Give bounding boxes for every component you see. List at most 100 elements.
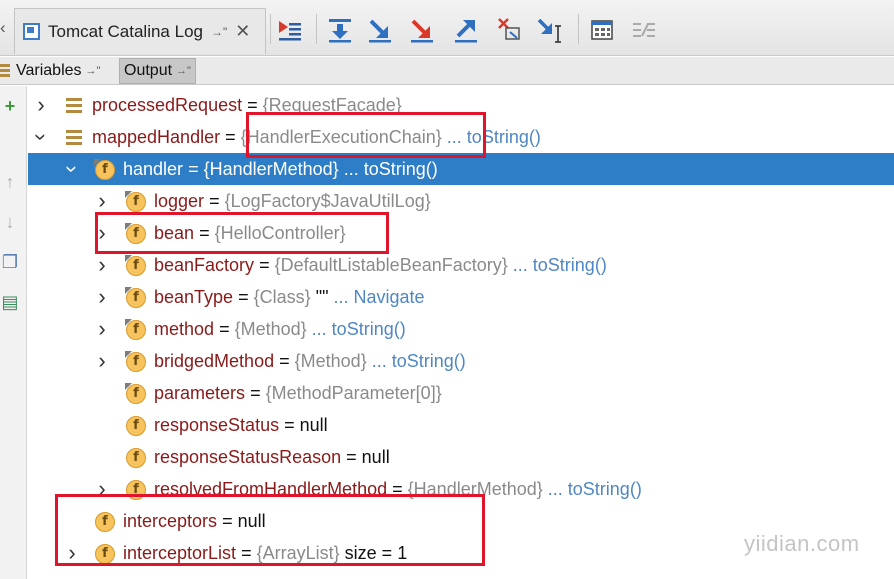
chevron-right-icon[interactable]: ›	[94, 281, 110, 313]
tab-title: Tomcat Catalina Log	[48, 21, 203, 41]
tree-row[interactable]: › f beanType = {Class} "" ... Navigate	[28, 281, 894, 313]
variables-icon	[0, 64, 10, 78]
chevron-down-icon[interactable]: ›	[25, 129, 57, 145]
field-icon: f	[95, 512, 115, 532]
copy-icon[interactable]: ❐	[0, 252, 20, 273]
var-type: {HandlerMethod}	[203, 159, 339, 179]
var-type: {DefaultListableBeanFactory}	[274, 255, 508, 275]
tree-row[interactable]: › mappedHandler = {HandlerExecutionChain…	[28, 121, 894, 153]
drop-frame-icon[interactable]	[496, 16, 524, 44]
var-type: {ArrayList}	[256, 543, 340, 563]
show-execution-point-icon[interactable]	[276, 16, 304, 44]
to-string-link[interactable]: ... toString()	[344, 159, 438, 179]
field-icon: f	[125, 223, 146, 244]
to-string-link[interactable]: ... toString()	[548, 479, 642, 499]
variables-tree: › processedRequest = {RequestFacade} › m…	[28, 89, 894, 569]
var-name: beanType	[154, 287, 234, 307]
to-string-link[interactable]: ... toString()	[312, 319, 406, 339]
tab-variables[interactable]: Variables →"	[0, 58, 100, 84]
var-name: handler	[123, 159, 184, 179]
chevron-right-icon[interactable]: ›	[64, 537, 80, 569]
var-type: {Class}	[253, 287, 311, 307]
tab-output-label: Output	[124, 62, 173, 79]
tab-variables-label: Variables	[16, 62, 82, 79]
tree-row[interactable]: › f bean = {HelloController}	[28, 217, 894, 249]
force-step-into-icon[interactable]	[408, 16, 436, 44]
tree-row[interactable]: › f method = {Method} ... toString()	[28, 313, 894, 345]
chevron-right-icon[interactable]: ›	[94, 313, 110, 345]
var-value: null	[299, 415, 328, 435]
field-icon: f	[95, 544, 115, 564]
variable-icon	[66, 130, 82, 145]
var-name: bridgedMethod	[154, 351, 275, 371]
var-name: resolvedFromHandlerMethod	[154, 479, 388, 499]
var-type: {LogFactory$JavaUtilLog}	[224, 191, 431, 211]
tree-row[interactable]: › f resolvedFromHandlerMethod = {Handler…	[28, 473, 894, 505]
left-gutter: + ↑ ↓ ❐ ▤	[0, 86, 27, 579]
toolbar-separator	[316, 14, 317, 44]
var-value: null	[361, 447, 390, 467]
var-name: responseStatus	[154, 415, 280, 435]
tab-tomcat-catalina-log[interactable]: Tomcat Catalina Log →" ✕	[14, 8, 266, 54]
close-icon[interactable]: ✕	[235, 21, 250, 42]
var-type: {HandlerExecutionChain}	[240, 127, 442, 147]
chevron-right-icon[interactable]: ›	[33, 89, 49, 121]
tree-row[interactable]: › f logger = {LogFactory$JavaUtilLog}	[28, 185, 894, 217]
tree-row[interactable]: f responseStatus = null	[28, 409, 894, 441]
var-name: logger	[154, 191, 205, 211]
field-icon: f	[125, 351, 146, 372]
tree-row[interactable]: › f bridgedMethod = {Method} ... toStrin…	[28, 345, 894, 377]
evaluate-expression-icon[interactable]	[588, 16, 616, 44]
var-value: ""	[315, 287, 329, 307]
arrow-down-icon[interactable]: ↓	[0, 212, 20, 233]
field-icon: f	[126, 416, 146, 436]
field-icon: f	[126, 448, 146, 468]
to-string-link[interactable]: ... toString()	[372, 351, 466, 371]
trace-current-stream-icon[interactable]	[630, 16, 658, 44]
tree-row[interactable]: f responseStatusReason = null	[28, 441, 894, 473]
variable-icon	[66, 98, 82, 113]
chevron-right-icon[interactable]: ›	[94, 345, 110, 377]
pin-icon[interactable]: →"	[176, 65, 191, 77]
toolbar-separator	[270, 14, 271, 44]
field-icon: f	[126, 480, 146, 500]
pin-icon[interactable]: →"	[86, 65, 101, 77]
var-name: parameters	[154, 383, 246, 403]
tree-row[interactable]: › processedRequest = {RequestFacade}	[28, 89, 894, 121]
watermark: yiidian.com	[744, 531, 860, 556]
add-watch-icon[interactable]: +	[0, 96, 20, 117]
var-type: {RequestFacade}	[262, 95, 402, 115]
var-name: mappedHandler	[92, 127, 221, 147]
chevron-right-icon[interactable]: ›	[94, 217, 110, 249]
to-string-link[interactable]: ... toString()	[447, 127, 541, 147]
tree-row[interactable]: f parameters = {MethodParameter[0]}	[28, 377, 894, 409]
step-out-icon[interactable]	[452, 16, 480, 44]
arrow-up-icon[interactable]: ↑	[0, 172, 20, 193]
panel-tab-bar: Variables →" Output →"	[0, 57, 894, 85]
step-into-icon[interactable]	[366, 16, 394, 44]
var-name: method	[154, 319, 215, 339]
chevron-left-icon[interactable]: ‹	[0, 18, 6, 38]
var-name: bean	[154, 223, 195, 243]
tree-row[interactable]: › f beanFactory = {DefaultListableBeanFa…	[28, 249, 894, 281]
navigate-link[interactable]: ... Navigate	[333, 287, 424, 307]
field-icon: f	[125, 191, 146, 212]
chevron-right-icon[interactable]: ›	[94, 473, 110, 505]
chevron-down-icon[interactable]: ›	[56, 161, 88, 177]
chevron-right-icon[interactable]: ›	[94, 249, 110, 281]
var-value: null	[237, 511, 266, 531]
watches-icon[interactable]: ▤	[0, 292, 20, 313]
tab-output[interactable]: Output →"	[119, 58, 196, 84]
field-icon: f	[125, 287, 146, 308]
chevron-right-icon[interactable]: ›	[94, 185, 110, 217]
var-type: {MethodParameter[0]}	[265, 383, 442, 403]
var-name: responseStatusReason	[154, 447, 342, 467]
tree-row-selected[interactable]: › f handler = {HandlerMethod} ... toStri…	[28, 153, 894, 185]
to-string-link[interactable]: ... toString()	[513, 255, 607, 275]
field-icon: f	[125, 383, 146, 404]
run-to-cursor-icon[interactable]	[536, 16, 564, 44]
step-over-icon[interactable]	[326, 16, 354, 44]
var-type: {Method}	[234, 319, 307, 339]
tab-pin-icon[interactable]: →"	[211, 25, 227, 39]
field-icon: f	[125, 255, 146, 276]
